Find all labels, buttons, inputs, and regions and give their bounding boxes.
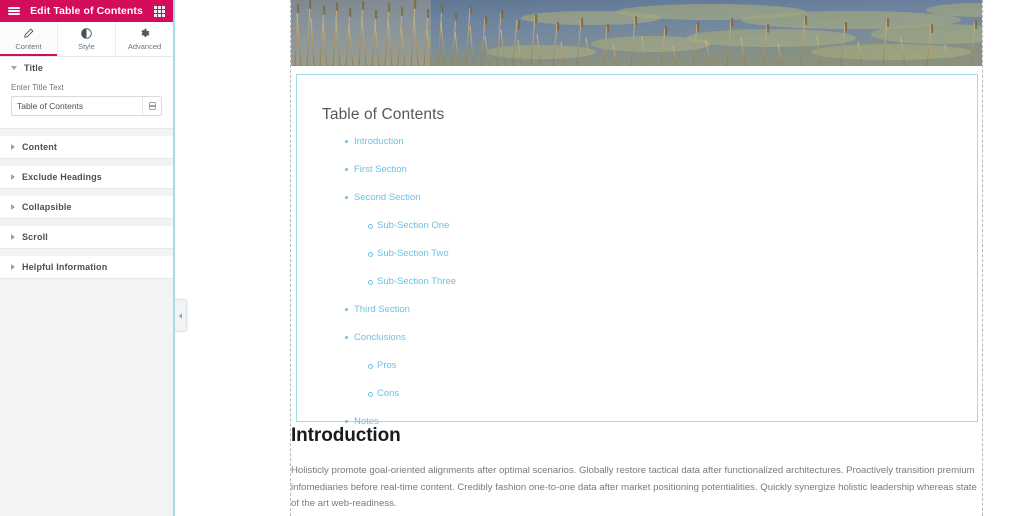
article-block: Introduction Holisticly promote goal-ori…	[291, 425, 986, 513]
bullet-hollow-icon	[368, 252, 373, 257]
section-title-header[interactable]: Title	[0, 57, 173, 79]
panel-edge-accent	[173, 0, 175, 516]
section-exclude-headings-header[interactable]: Exclude Headings	[0, 166, 173, 188]
panel-tabs: Content Style Advanced	[0, 22, 173, 57]
panel-section-helpful-information: Helpful Information	[0, 256, 173, 279]
toc-link[interactable]: Conclusions	[354, 332, 406, 343]
toc-link[interactable]: Cons	[377, 388, 399, 399]
toc-sublist: Pros Cons	[354, 361, 977, 399]
toc-box: Table of Contents Introduction First Sec…	[296, 74, 978, 426]
panel-section-collapsible: Collapsible	[0, 196, 173, 219]
tab-style[interactable]: Style	[58, 22, 116, 56]
title-field-label: Enter Title Text	[11, 83, 64, 92]
preview-canvas: Table of Contents Introduction First Sec…	[174, 0, 1024, 516]
panel-section-scroll: Scroll	[0, 226, 173, 249]
section-divider	[0, 159, 173, 166]
list-item[interactable]: Sub-Section Two	[368, 248, 977, 259]
gear-icon	[139, 28, 150, 39]
bullet-hollow-icon	[368, 392, 373, 397]
bullet-hollow-icon	[368, 364, 373, 369]
bullet-hollow-icon	[368, 224, 373, 229]
tab-advanced[interactable]: Advanced	[116, 22, 173, 56]
list-item[interactable]: Introduction	[345, 136, 977, 147]
section-divider	[0, 129, 173, 136]
panel-section-content: Content	[0, 136, 173, 159]
bullet-hollow-icon	[368, 280, 373, 285]
dynamic-tags-button[interactable]	[142, 97, 161, 115]
chevron-right-icon	[11, 144, 15, 150]
chevron-right-icon	[11, 234, 15, 240]
bullet-icon	[345, 336, 348, 339]
bullet-icon	[345, 308, 348, 311]
panel-section-title: Title Enter Title Text	[0, 57, 173, 129]
toc-link[interactable]: Introduction	[354, 136, 404, 147]
section-exclude-headings-label: Exclude Headings	[22, 172, 102, 182]
elementor-editor-window: Edit Table of Contents Content Style Adv…	[0, 0, 1024, 516]
title-input[interactable]	[12, 97, 142, 115]
tab-content-label: Content	[15, 41, 42, 51]
section-collapsible-label: Collapsible	[22, 202, 72, 212]
article-heading: Introduction	[291, 425, 401, 446]
grid-icon[interactable]	[153, 5, 166, 18]
section-divider	[0, 249, 173, 256]
panel-collapse-handle[interactable]	[174, 299, 187, 332]
section-scroll-label: Scroll	[22, 232, 48, 242]
list-item[interactable]: Conclusions Pros Cons	[345, 332, 977, 399]
list-item[interactable]: Third Section	[345, 304, 977, 315]
list-item[interactable]: Sub-Section Three	[368, 276, 977, 287]
tab-style-label: Style	[78, 41, 95, 51]
contrast-icon	[81, 27, 92, 39]
tab-advanced-label: Advanced	[127, 41, 162, 51]
toc-link[interactable]: Pros	[377, 360, 397, 371]
tab-content[interactable]: Content	[0, 22, 58, 56]
section-helpful-information-header[interactable]: Helpful Information	[0, 256, 173, 278]
toc-list: Introduction First Section Second Sectio…	[297, 137, 977, 427]
panel-section-exclude-headings: Exclude Headings	[0, 166, 173, 189]
bullet-icon	[345, 196, 348, 199]
list-item[interactable]: Pros	[368, 360, 977, 371]
hamburger-icon[interactable]	[7, 5, 20, 18]
section-divider	[0, 189, 173, 196]
list-item[interactable]: Cons	[368, 388, 977, 399]
section-divider	[0, 219, 173, 226]
pencil-icon	[23, 28, 34, 39]
toc-link[interactable]: Second Section	[354, 192, 421, 203]
panel-header: Edit Table of Contents	[0, 0, 173, 22]
chevron-right-icon	[11, 174, 15, 180]
section-divider	[0, 279, 173, 286]
title-input-row	[11, 96, 162, 116]
panel-title: Edit Table of Contents	[30, 5, 143, 17]
list-item[interactable]: First Section	[345, 164, 977, 175]
list-item[interactable]: Second Section Sub-Section One Sub-Secti…	[345, 192, 977, 287]
editor-panel: Edit Table of Contents Content Style Adv…	[0, 0, 174, 516]
section-content-label: Content	[22, 142, 58, 152]
chevron-left-icon	[178, 312, 182, 319]
list-item[interactable]: Sub-Section One	[368, 220, 977, 231]
toc-link[interactable]: First Section	[354, 164, 407, 175]
bullet-icon	[345, 140, 348, 143]
section-scroll-header[interactable]: Scroll	[0, 226, 173, 248]
toc-title: Table of Contents	[322, 106, 445, 123]
section-title-body: Enter Title Text	[0, 79, 173, 128]
section-content-header[interactable]: Content	[0, 136, 173, 158]
panel-sections: Title Enter Title Text Content	[0, 57, 173, 516]
chevron-right-icon	[11, 204, 15, 210]
toc-sublist: Sub-Section One Sub-Section Two Sub-Sect…	[354, 221, 977, 287]
bullet-icon	[345, 420, 348, 423]
section-collapsible-header[interactable]: Collapsible	[0, 196, 173, 218]
section-title-label: Title	[24, 63, 44, 73]
toc-link[interactable]: Third Section	[354, 304, 410, 315]
toc-link[interactable]: Sub-Section One	[377, 220, 449, 231]
chevron-down-icon	[11, 66, 17, 70]
database-icon	[148, 102, 156, 110]
toc-link[interactable]: Sub-Section Three	[377, 276, 456, 287]
toc-link[interactable]: Sub-Section Two	[377, 248, 449, 259]
chevron-right-icon	[11, 264, 15, 270]
hero-image	[291, 0, 982, 66]
section-helpful-information-label: Helpful Information	[22, 262, 108, 272]
bullet-icon	[345, 168, 348, 171]
article-paragraph: Holisticly promote goal-oriented alignme…	[291, 464, 977, 510]
